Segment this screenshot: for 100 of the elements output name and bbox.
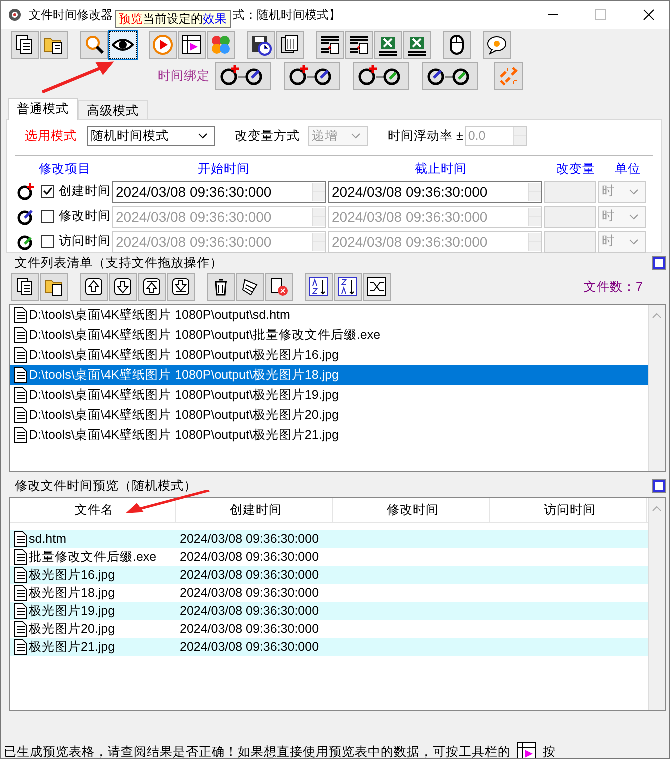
table-row[interactable]: 极光图片16.jpg 2024/03/08 09:36:30:000 bbox=[10, 566, 648, 584]
pages-icon bbox=[279, 34, 301, 56]
table-cell-text: 2024/03/08 09:36:30:000 bbox=[179, 567, 320, 584]
mode-dropdown[interactable]: 随机时间模式 bbox=[87, 126, 215, 146]
eye-button[interactable] bbox=[109, 31, 137, 59]
table-arrow-button[interactable] bbox=[345, 31, 373, 59]
checkbox[interactable] bbox=[41, 210, 54, 223]
time-binding-button[interactable] bbox=[422, 62, 478, 90]
pages-button[interactable] bbox=[276, 31, 304, 59]
folder-document-button[interactable] bbox=[40, 273, 68, 301]
spreadsheet-button[interactable] bbox=[374, 31, 402, 59]
file-list-item[interactable]: D:\tools\桌面\4K壁纸图片 1080P\output\极光图片21.jpg bbox=[10, 425, 648, 445]
shuffle-button[interactable] bbox=[363, 273, 391, 301]
time-binding-button[interactable] bbox=[215, 62, 271, 90]
time-binding-button[interactable] bbox=[284, 62, 340, 90]
document-icon bbox=[14, 366, 28, 384]
arrow-bottom-button[interactable] bbox=[167, 273, 195, 301]
document-icon bbox=[14, 406, 28, 424]
float-rate-label: 时间浮动率 ± bbox=[388, 128, 464, 144]
file-list-item[interactable]: D:\tools\桌面\4K壁纸图片 1080P\output\sd.htm bbox=[10, 305, 648, 325]
disk-clock-icon bbox=[250, 34, 272, 56]
file-list-item[interactable]: D:\tools\桌面\4K壁纸图片 1080P\output\极光图片19.jpg bbox=[10, 385, 648, 405]
shuffle-icon bbox=[367, 277, 387, 297]
column-header: 截止时间 bbox=[414, 160, 468, 178]
mouse-button[interactable] bbox=[443, 31, 471, 59]
tooltip: 预览当前设定的效果 bbox=[115, 10, 231, 28]
table-cell: sd.htm bbox=[10, 530, 176, 548]
change-amount-field[interactable] bbox=[544, 230, 596, 252]
column-header: 修改项目 bbox=[38, 160, 92, 178]
time-item-label: 修改时间 bbox=[59, 208, 107, 225]
table-row[interactable]: 极光图片21.jpg 2024/03/08 09:36:30:000 bbox=[10, 638, 648, 656]
end-time-field[interactable]: 2024/03/08 09:36:30:000 bbox=[328, 180, 542, 202]
start-time-field[interactable]: 2024/03/08 09:36:30:000 bbox=[112, 180, 326, 202]
brush-icon bbox=[240, 277, 260, 297]
table-cell-text: 2024/03/08 09:36:30:000 bbox=[179, 621, 320, 638]
play-icon bbox=[152, 34, 174, 56]
document-icon bbox=[14, 620, 28, 638]
copy-button[interactable] bbox=[11, 273, 39, 301]
document-icon bbox=[14, 386, 28, 404]
document-delete-button[interactable] bbox=[265, 273, 293, 301]
table-arrow-icon bbox=[348, 34, 370, 56]
arrow-down-icon bbox=[113, 277, 133, 297]
trash-button[interactable] bbox=[207, 273, 235, 301]
table-cell-text: 2024/03/08 09:36:30:000 bbox=[179, 531, 320, 548]
magnifier-button[interactable] bbox=[80, 31, 108, 59]
tab[interactable]: 普通模式 bbox=[8, 98, 78, 120]
sort-ascending-button[interactable] bbox=[305, 273, 333, 301]
film-play-icon bbox=[517, 742, 537, 758]
spreadsheet-button[interactable] bbox=[403, 31, 431, 59]
table-row[interactable]: 极光图片19.jpg 2024/03/08 09:36:30:000 bbox=[10, 602, 648, 620]
play-button[interactable] bbox=[149, 31, 177, 59]
document-icon bbox=[14, 530, 28, 548]
table-row[interactable]: 极光图片20.jpg 2024/03/08 09:36:30:000 bbox=[10, 620, 648, 638]
brush-button[interactable] bbox=[236, 273, 264, 301]
sort-descending-icon bbox=[338, 277, 358, 297]
arrow-down-button[interactable] bbox=[109, 273, 137, 301]
chevron-down-icon bbox=[351, 133, 361, 139]
status-text: 已生成预览表格，请查阅结果是否正确！如果想直接使用预览表中的数据，可按工具栏的 bbox=[4, 744, 511, 758]
table-arrow-button[interactable] bbox=[316, 31, 344, 59]
table-cell: 极光图片20.jpg bbox=[10, 620, 176, 638]
copy-icon bbox=[15, 277, 35, 297]
disk-clock-button[interactable] bbox=[247, 31, 275, 59]
column-header[interactable]: 创建时间 bbox=[176, 498, 333, 522]
table-row[interactable]: 极光图片18.jpg 2024/03/08 09:36:30:000 bbox=[10, 584, 648, 602]
close-icon[interactable] bbox=[643, 9, 655, 21]
file-list-item[interactable]: D:\tools\桌面\4K壁纸图片 1080P\output\极光图片18.jpg bbox=[10, 365, 648, 385]
speech-bubble-button[interactable] bbox=[483, 31, 511, 59]
arrow-top-button[interactable] bbox=[138, 273, 166, 301]
copy-button[interactable] bbox=[11, 31, 39, 59]
table-row[interactable]: 批量修改文件后缀.exe 2024/03/08 09:36:30:000 bbox=[10, 548, 648, 566]
checkmark-icon bbox=[42, 186, 53, 197]
sort-descending-button[interactable] bbox=[334, 273, 362, 301]
table-cell-text: 2024/03/08 09:36:30:000 bbox=[179, 603, 320, 620]
file-list-item[interactable]: D:\tools\桌面\4K壁纸图片 1080P\output\极光图片16.jpg bbox=[10, 345, 648, 365]
table-row[interactable]: sd.htm 2024/03/08 09:36:30:000 bbox=[10, 530, 648, 548]
column-header[interactable]: 修改时间 bbox=[333, 498, 490, 522]
document-icon bbox=[14, 566, 28, 584]
tab[interactable]: 高级模式 bbox=[78, 100, 148, 119]
document-delete-icon bbox=[269, 277, 289, 297]
broken-link-icon bbox=[498, 65, 520, 87]
folder-document-button[interactable] bbox=[40, 31, 68, 59]
checkbox[interactable] bbox=[41, 235, 54, 248]
time-binding-button[interactable] bbox=[353, 62, 409, 90]
gear-icon bbox=[7, 7, 23, 23]
column-header[interactable]: 访问时间 bbox=[490, 498, 647, 522]
file-list-item[interactable]: D:\tools\桌面\4K壁纸图片 1080P\output\批量修改文件后缀.exe bbox=[10, 325, 648, 345]
file-list-item[interactable]: D:\tools\桌面\4K壁纸图片 1080P\output\极光图片20.jpg bbox=[10, 405, 648, 425]
square-icon[interactable] bbox=[653, 480, 665, 492]
checkbox[interactable] bbox=[41, 185, 54, 198]
change-amount-field[interactable] bbox=[544, 206, 596, 228]
scrollbar[interactable] bbox=[648, 498, 665, 710]
arrow-up-button[interactable] bbox=[80, 273, 108, 301]
square-icon[interactable] bbox=[653, 257, 665, 269]
chevron-down-icon bbox=[629, 238, 639, 244]
film-play-button[interactable] bbox=[178, 31, 206, 59]
mode-label: 选用模式 bbox=[25, 128, 77, 144]
scrollbar[interactable] bbox=[648, 305, 665, 471]
change-amount-field[interactable] bbox=[544, 180, 596, 202]
magnifier-icon bbox=[83, 34, 105, 56]
window-title: 式：随机时间模式】 bbox=[233, 6, 341, 24]
